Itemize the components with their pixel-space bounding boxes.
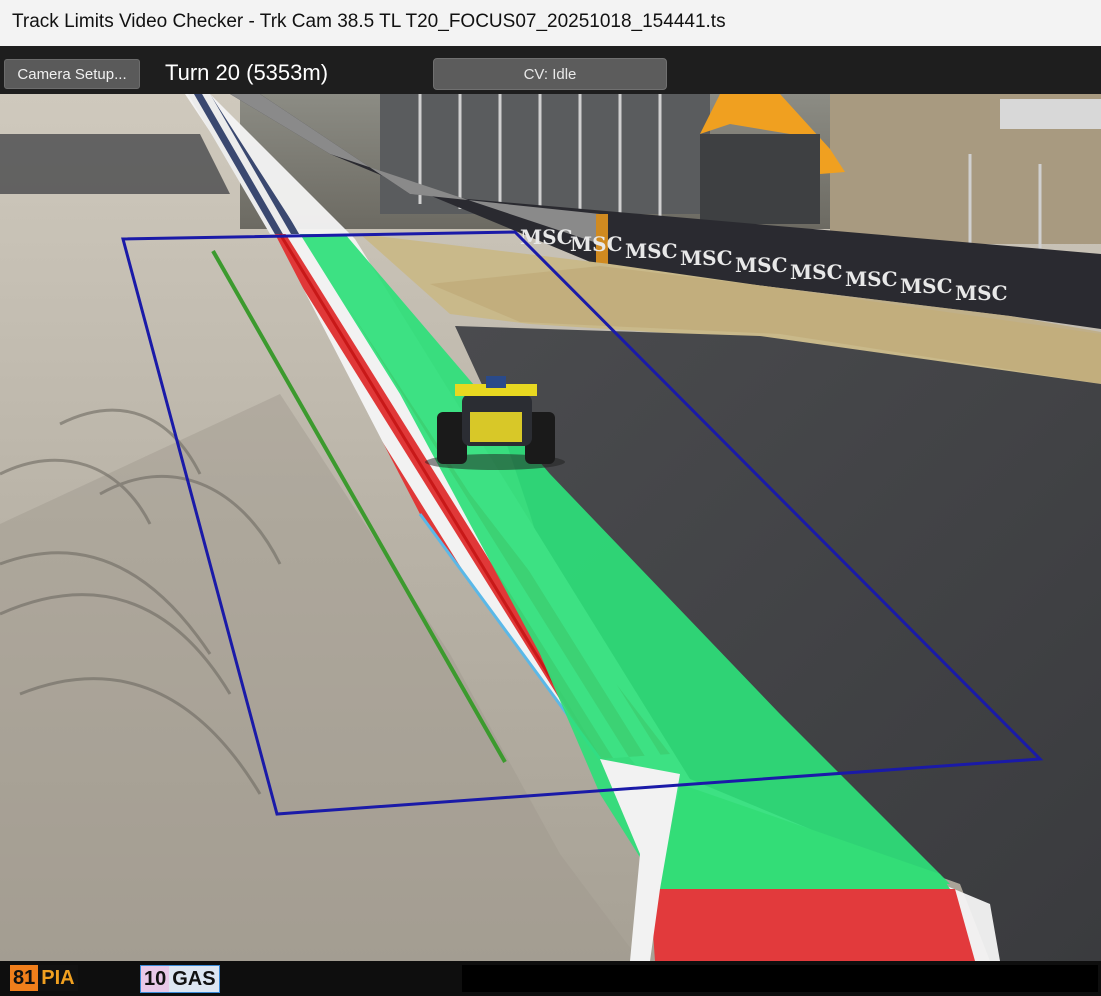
cv-status-indicator: CV: Idle (433, 58, 667, 90)
driver-abbr: GAS (169, 966, 219, 992)
sponsor-sign: MSC (735, 253, 788, 277)
status-area (462, 965, 1098, 992)
driver-number: 81 (10, 965, 39, 991)
toolbar: Camera Setup... Turn 20 (5353m) CV: Idle (0, 46, 1101, 94)
video-frame[interactable]: MSC MSC MSC MSC MSC MSC MSC MSC MSC (0, 94, 1101, 961)
driver-abbr: PIA (38, 965, 78, 991)
status-bar: 81 PIA 10 GAS (0, 961, 1101, 996)
driver-tag-1[interactable]: 81 PIA (10, 965, 78, 991)
driver-tag-2[interactable]: 10 GAS (140, 965, 220, 993)
window-title: Track Limits Video Checker - Trk Cam 38.… (12, 11, 726, 32)
window-title-bar: Track Limits Video Checker - Trk Cam 38.… (0, 0, 1101, 47)
driver-number: 10 (141, 966, 170, 992)
sponsor-sign: MSC (790, 260, 843, 284)
sponsor-sign: MSC (680, 246, 733, 270)
sponsor-sign: MSC (570, 232, 623, 256)
sponsor-sign: MSC (845, 267, 898, 291)
sponsor-sign: MSC (625, 239, 678, 263)
camera-setup-button[interactable]: Camera Setup... (4, 59, 140, 89)
sponsor-sign: MSC (955, 281, 1008, 305)
track-camera-view: MSCMSC MSC MSC MSC MSC MSC MSC MSC (0, 94, 1101, 961)
turn-label: Turn 20 (5353m) (165, 60, 329, 85)
sponsor-sign: MSC (900, 274, 953, 298)
